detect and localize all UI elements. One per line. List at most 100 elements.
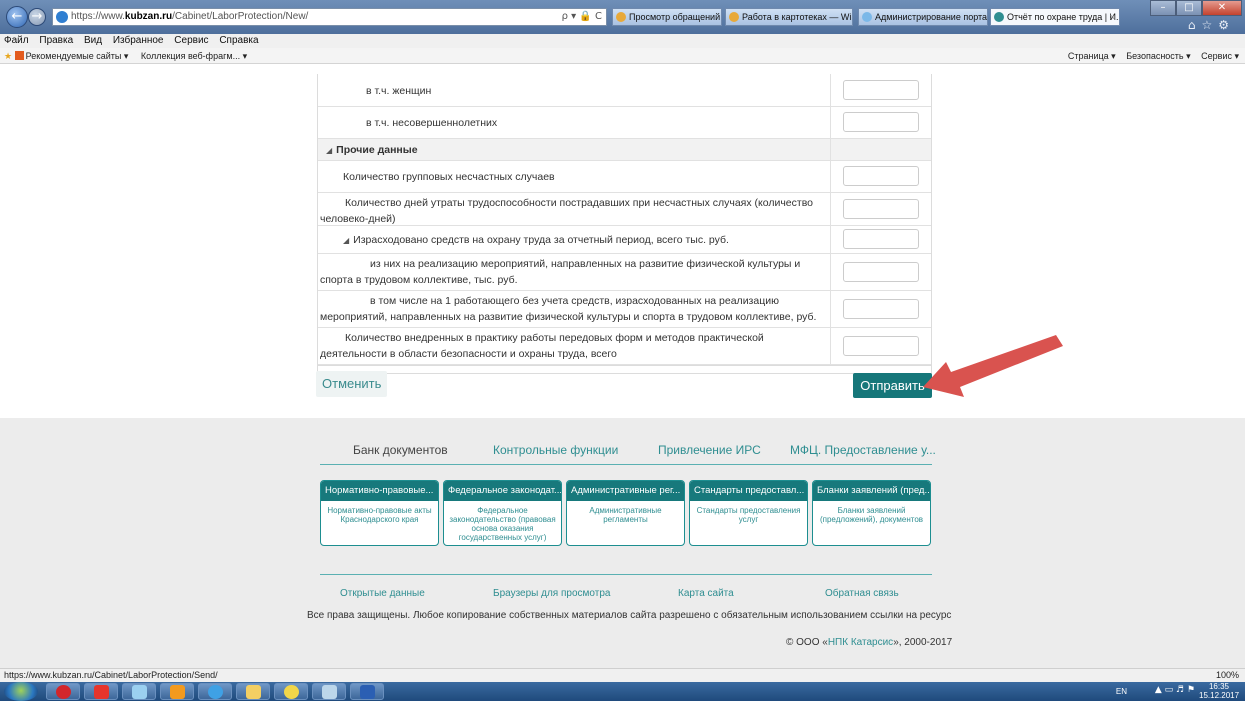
footer-nav-documents[interactable]: Банк документов [353, 443, 448, 457]
number-input[interactable] [843, 79, 920, 100]
maximize-icon[interactable]: □ [1176, 0, 1202, 16]
menu-help[interactable]: Справка [219, 35, 258, 46]
form-row: ◢ Израсходовано средств на охрану труда з… [318, 226, 931, 254]
page-menu[interactable]: Страница ▾ [1068, 51, 1116, 61]
menu-view[interactable]: Вид [84, 35, 102, 46]
number-input[interactable] [843, 298, 920, 319]
favorites-star-icon[interactable]: ★ [4, 52, 12, 62]
menu-tools[interactable]: Сервис [174, 35, 208, 46]
footer-nav-irs[interactable]: Привлечение ИРС [658, 443, 761, 457]
status-url: https://www.kubzan.ru/Cabinet/LaborProte… [4, 670, 218, 680]
card-standards[interactable]: Стандарты предоставл... Стандарты предост… [689, 480, 808, 546]
taskbar-yandex[interactable] [84, 683, 118, 700]
form-row-label: в т.ч. несовершеннолетних [318, 107, 832, 138]
tab-appeals[interactable]: Просмотр обращений - Цент... [612, 8, 722, 26]
tab-favicon-icon [994, 12, 1004, 22]
menu-favorites[interactable]: Избранное [113, 35, 164, 46]
form-row: Количество дней утраты трудоспособности … [318, 193, 931, 226]
close-icon[interactable]: ✕ [1202, 0, 1242, 16]
url-prefix: https://www. [71, 11, 125, 22]
database-icon [322, 685, 337, 699]
tab-wiki[interactable]: Работа в картотеках — Wiki [725, 8, 853, 26]
fav-site-icon [14, 51, 24, 60]
collapse-caret-icon[interactable]: ◢ [343, 236, 349, 245]
form-row-text: Количество дней утраты трудоспособности … [320, 197, 813, 225]
tab-favicon-icon [729, 12, 739, 22]
form-row-input-cell [831, 193, 931, 225]
footer-nav-control[interactable]: Контрольные функции [493, 443, 618, 457]
tab-label: Администрирование портала... [875, 12, 988, 22]
url-path: /Cabinet/LaborProtection/New/ [172, 11, 309, 22]
link-open-data[interactable]: Открытые данные [340, 588, 425, 599]
footer-links: Открытые данные Браузеры для просмотра К… [320, 588, 932, 602]
footer-nav-mfc[interactable]: МФЦ. Предоставление у... [790, 443, 936, 457]
form-row-text: в т.ч. женщин [366, 84, 432, 97]
card-normative-acts[interactable]: Нормативно-правовые... Нормативно-правовы… [320, 480, 439, 546]
taskbar-explorer[interactable] [236, 683, 270, 700]
collapse-caret-icon[interactable]: ◢ [326, 146, 332, 155]
forward-button[interactable]: → [28, 8, 46, 26]
form-row: в том числе на 1 работающего без учета с… [318, 291, 931, 328]
copyright-link[interactable]: НПК Катарсис [828, 637, 893, 648]
minimize-icon[interactable]: – [1150, 0, 1176, 16]
home-favorites-settings-icons[interactable]: ⌂☆⚙ [1188, 18, 1235, 32]
form-row-text: из них на реализацию мероприятий, направ… [320, 258, 801, 286]
menu-file[interactable]: Файл [4, 35, 29, 46]
footer: Банк документов Контрольные функции Прив… [0, 418, 1245, 672]
footer-cards: Нормативно-правовые... Нормативно-правовы… [320, 480, 932, 546]
number-input[interactable] [843, 335, 920, 356]
taskbar-batman[interactable] [274, 683, 308, 700]
link-feedback[interactable]: Обратная связь [825, 588, 899, 599]
taskbar-media[interactable] [160, 683, 194, 700]
copyright-prefix: © ООО « [786, 637, 828, 648]
form-row-label: Количество дней утраты трудоспособности … [318, 193, 832, 225]
address-tools-icon[interactable]: ρ ▾ 🔒 C [562, 9, 602, 25]
tab-labor-report[interactable]: Отчёт по охране труда | И... × [990, 8, 1120, 26]
number-input[interactable] [843, 261, 920, 282]
fav-recommended[interactable]: Рекомендуемые сайты ▾ [14, 51, 128, 61]
back-button[interactable]: ← [6, 6, 28, 28]
form-row-text: Израсходовано средств на охрану труда за… [353, 234, 729, 246]
tab-admin[interactable]: Администрирование портала... [858, 8, 988, 26]
labor-protection-form: в т.ч. женщин в т.ч. несовершеннолетних ◢ П… [317, 74, 932, 366]
start-button-icon[interactable] [4, 682, 38, 701]
tab-label: Работа в картотеках — Wiki [742, 12, 853, 22]
menu-edit[interactable]: Правка [39, 35, 73, 46]
language-indicator[interactable]: EN [1116, 687, 1127, 696]
close-tab-icon[interactable]: × [1110, 9, 1115, 25]
form-row: из них на реализацию мероприятий, направ… [318, 254, 931, 291]
number-input[interactable] [843, 198, 920, 219]
card-forms[interactable]: Бланки заявлений (пред... Бланки заявлени… [812, 480, 931, 546]
taskbar-db[interactable] [312, 683, 346, 700]
clock[interactable]: 16:35 15.12.2017 [1199, 682, 1239, 700]
form-row-text: Количество групповых несчастных случаев [343, 171, 555, 183]
security-menu[interactable]: Безопасность ▾ [1126, 51, 1190, 61]
number-input[interactable] [843, 112, 920, 132]
tray-icons[interactable]: ▲ ▭ ♬ ⚑ [1155, 686, 1195, 695]
card-title: Бланки заявлений (пред... [813, 481, 930, 501]
form-section-row: ◢ Прочие данные [318, 139, 931, 161]
command-bar: Страница ▾ Безопасность ▾ Сервис ▾ [1060, 48, 1239, 64]
taskbar-opera[interactable] [46, 683, 80, 700]
zoom-level[interactable]: 100% [1216, 669, 1239, 682]
tools-menu[interactable]: Сервис ▾ [1201, 51, 1239, 61]
card-body: Нормативно-правовые акты Краснодарского … [327, 506, 432, 524]
link-browsers[interactable]: Браузеры для просмотра [493, 588, 610, 599]
number-input[interactable] [843, 229, 920, 249]
number-input[interactable] [843, 166, 920, 186]
fav-webslices[interactable]: Коллекция веб-фрагм... ▾ [141, 51, 247, 61]
address-bar[interactable]: https://www.kubzan.ru/Cabinet/LaborProte… [52, 8, 607, 26]
form-row-label: ◢ Израсходовано средств на охрану труда з… [318, 226, 832, 253]
cancel-button[interactable]: Отменить [316, 371, 388, 397]
card-regulations[interactable]: Административные рег... Административные … [566, 480, 685, 546]
folder-icon [246, 685, 261, 699]
taskbar-ie[interactable] [198, 683, 232, 700]
taskbar-word[interactable] [350, 683, 384, 700]
form-row-text: Количество внедренных в практику работы … [320, 332, 764, 360]
browser-titlebar: ← → https://www.kubzan.ru/Cabinet/LaborP… [0, 0, 1245, 34]
link-sitemap[interactable]: Карта сайта [678, 588, 734, 599]
taskbar-app[interactable] [122, 683, 156, 700]
form-row-input-cell [831, 74, 931, 106]
card-federal-law[interactable]: Федеральное законодат... Федеральное зако… [443, 480, 562, 546]
yandex-icon [94, 685, 109, 699]
